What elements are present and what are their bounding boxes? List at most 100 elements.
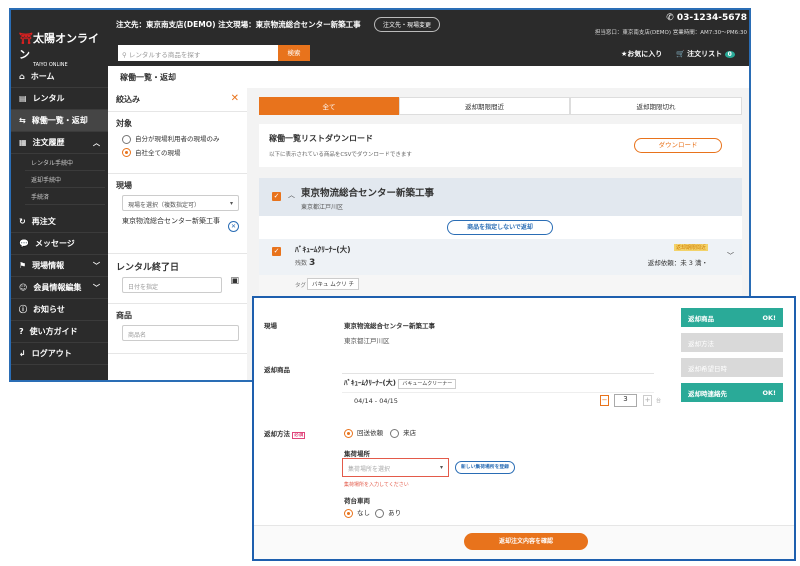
- method-option-delivery[interactable]: 回送依頼: [344, 428, 383, 438]
- top-bar: 注文先：東京南支店(DEMO) 注文現場：東京物流総合センター新築工事 注文先・…: [11, 10, 749, 66]
- vehicle-option-none[interactable]: なし: [344, 508, 370, 518]
- sidebar-item-reorder[interactable]: ↻ 再注文: [11, 211, 108, 233]
- increment-button[interactable]: +: [643, 395, 652, 406]
- chevron-down-icon: ﹀: [93, 261, 100, 270]
- phone-icon: ✆: [666, 13, 677, 23]
- history-icon: ▦: [19, 138, 27, 147]
- step-return-contact[interactable]: 返却時連絡先 OK!: [681, 383, 783, 402]
- return-icon: ⇆: [19, 116, 26, 125]
- phone-number: 03-1234-5678: [676, 13, 747, 23]
- return-method-label: 返却方法: [264, 430, 290, 438]
- order-list-link[interactable]: 🛒 注文リスト 0: [676, 49, 735, 59]
- site-selected-chip: 東京物流総合センター新築工事: [122, 217, 220, 225]
- search-input[interactable]: ⚲ レンタルする商品を探す: [118, 45, 278, 61]
- qty-unit: 台: [656, 398, 662, 404]
- home-icon: ⌂: [19, 72, 25, 81]
- step-return-items[interactable]: 返却商品 OK!: [681, 308, 783, 327]
- target-label: 対象: [116, 119, 132, 128]
- site-label: 現場: [264, 322, 277, 330]
- tab-all[interactable]: 全て: [259, 97, 399, 115]
- item-tag: バキュ ムクリ チ: [307, 278, 359, 290]
- filter-title: 絞込み: [116, 95, 140, 104]
- decrement-button[interactable]: −: [600, 395, 609, 406]
- sidebar-sub-rental-pending[interactable]: レンタル手続中: [25, 154, 105, 171]
- sidebar-item-logout[interactable]: ↲ ログアウト: [11, 343, 108, 365]
- tag-label: タグ: [295, 283, 307, 289]
- expand-icon[interactable]: ﹀: [727, 251, 734, 261]
- sidebar-item-home[interactable]: ⌂ ホーム: [11, 66, 108, 88]
- cart-count-badge: 0: [724, 51, 735, 58]
- step-return-method[interactable]: 返却方法: [681, 333, 783, 352]
- return-form-panel: 現場 東京物流総合センター新築工事 東京都江戸川区 返却商品 ﾊﾞｷｭｰﾑｸﾘｰ…: [252, 296, 796, 561]
- pickup-select[interactable]: 集荷場所を選択 ▾: [342, 458, 449, 477]
- search-placeholder: レンタルする商品を探す: [128, 51, 201, 59]
- download-desc: 以下に表示されている商品をCSVでダウンロードできます: [269, 152, 412, 158]
- required-badge: 必須: [292, 432, 306, 439]
- item-checkbox[interactable]: ✓: [272, 247, 281, 256]
- reorder-icon: ↻: [19, 217, 26, 226]
- return-without-item-button[interactable]: 商品を指定しないで返却: [447, 220, 553, 235]
- due-soon-badge: 返却期限間近: [673, 244, 708, 251]
- sidebar-sub-return-pending[interactable]: 返却手続中: [25, 171, 105, 188]
- favorites-link[interactable]: ★お気に入り: [621, 49, 662, 59]
- pickup-label: 集荷場所: [344, 450, 370, 458]
- logout-icon: ↲: [19, 349, 26, 358]
- chevron-up-icon: ︿: [93, 138, 100, 147]
- sidebar-item-history[interactable]: ▦ 注文履歴 ︿: [11, 132, 108, 154]
- sidebar-item-guide[interactable]: ? 使い方ガイド: [11, 321, 108, 343]
- change-order-button[interactable]: 注文先・現場変更: [374, 17, 441, 32]
- sidebar-item-notices[interactable]: ⓘ お知らせ: [11, 299, 108, 321]
- site-address: 東京都江戸川区: [301, 204, 344, 211]
- new-pickup-button[interactable]: 新しい集荷場所を登録: [455, 461, 515, 474]
- step-return-datetime[interactable]: 返却希望日時: [681, 358, 783, 377]
- confirm-return-button[interactable]: 返却注文内容を確認: [464, 533, 588, 550]
- download-title: 稼働一覧リストダウンロード: [269, 134, 373, 143]
- logo: ⛩太陽オンライン TAIYO ONLINE: [19, 32, 99, 68]
- item-name: ﾊﾞｷｭｰﾑｸﾘｰﾅｰ(大): [344, 379, 396, 387]
- item-row: ✓ ﾊﾞｷｭｰﾑｸﾘｰﾅｰ(大) 残数 3 返却期限間近 返却依頼：未 3 満・…: [259, 239, 742, 275]
- qty-input[interactable]: 3: [614, 394, 637, 407]
- order-info: 注文先：東京南支店(DEMO) 注文現場：東京物流総合センター新築工事: [116, 20, 361, 29]
- tab-due-soon[interactable]: 返却期限間近: [399, 97, 570, 115]
- site-select[interactable]: 現場を選択（複数指定可） ▾: [122, 195, 239, 211]
- item-name: ﾊﾞｷｭｰﾑｸﾘｰﾅｰ(大): [295, 245, 351, 254]
- contact-info: 担当窓口：東京南支店(DEMO) 営業時間：AM7:30〜PM6:30: [594, 30, 747, 36]
- sidebar-item-account[interactable]: ☺ 会員情報編集 ﹀: [11, 277, 108, 299]
- site-group-header: ✓ ︿ 東京物流総合センター新築工事 東京都江戸川区: [259, 178, 742, 216]
- target-option-all[interactable]: 自社全ての現場: [122, 147, 239, 157]
- cart-icon: 🛒: [676, 50, 685, 58]
- end-date-label: レンタル終了日: [116, 263, 180, 273]
- logo-icon: ⛩: [19, 32, 33, 45]
- help-icon: ?: [19, 327, 24, 336]
- sidebar-sub-completed[interactable]: 手続済: [25, 188, 105, 205]
- site-checkbox[interactable]: ✓: [272, 192, 281, 201]
- calendar-icon[interactable]: ▣: [230, 276, 239, 286]
- remove-site-icon[interactable]: ✕: [228, 221, 239, 232]
- sidebar: ⛩太陽オンライン TAIYO ONLINE ⌂ ホーム ▤ レンタル ⇆ 稼働一覧・返却…: [11, 10, 108, 380]
- sidebar-item-site-info[interactable]: ⚑ 現場情報 ﹀: [11, 255, 108, 277]
- breadcrumb: 稼働一覧・返却: [108, 66, 749, 88]
- site-address: 東京都江戸川区: [344, 337, 390, 345]
- sidebar-item-operations[interactable]: ⇆ 稼働一覧・返却: [11, 110, 108, 132]
- user-icon: ☺: [19, 283, 28, 292]
- item-tag: バキュームクリーナー: [398, 379, 457, 389]
- site-icon: ⚑: [19, 261, 27, 270]
- download-card: 稼働一覧リストダウンロード 以下に表示されている商品をCSVでダウンロードできま…: [259, 124, 742, 167]
- vehicle-option-yes[interactable]: あり: [375, 508, 401, 518]
- download-button[interactable]: ダウンロード: [634, 138, 722, 153]
- search-button[interactable]: 検索: [278, 45, 310, 61]
- product-input[interactable]: 商品名: [122, 325, 239, 341]
- return-info: 返却依頼：未 3 満・: [647, 259, 708, 267]
- close-icon[interactable]: ✕: [231, 93, 239, 104]
- filter-panel: 絞込み ✕ 対象 自分が現場利用者の現場のみ 自社全ての現場 現場 現場を選択（複…: [108, 88, 247, 380]
- pickup-error: 集荷場所を入力してください: [344, 482, 409, 488]
- sidebar-item-messages[interactable]: 💬 メッセージ: [11, 233, 108, 255]
- date-input[interactable]: 日付を指定: [122, 277, 222, 293]
- sidebar-item-rental[interactable]: ▤ レンタル: [11, 88, 108, 110]
- target-option-own[interactable]: 自分が現場利用者の現場のみ: [122, 133, 239, 144]
- collapse-icon[interactable]: ︿: [288, 190, 295, 200]
- site-label: 現場: [116, 181, 132, 190]
- tab-overdue[interactable]: 返却期限切れ: [570, 97, 742, 115]
- method-option-store[interactable]: 来店: [390, 428, 416, 438]
- rental-period: 04/14 - 04/15: [354, 397, 398, 405]
